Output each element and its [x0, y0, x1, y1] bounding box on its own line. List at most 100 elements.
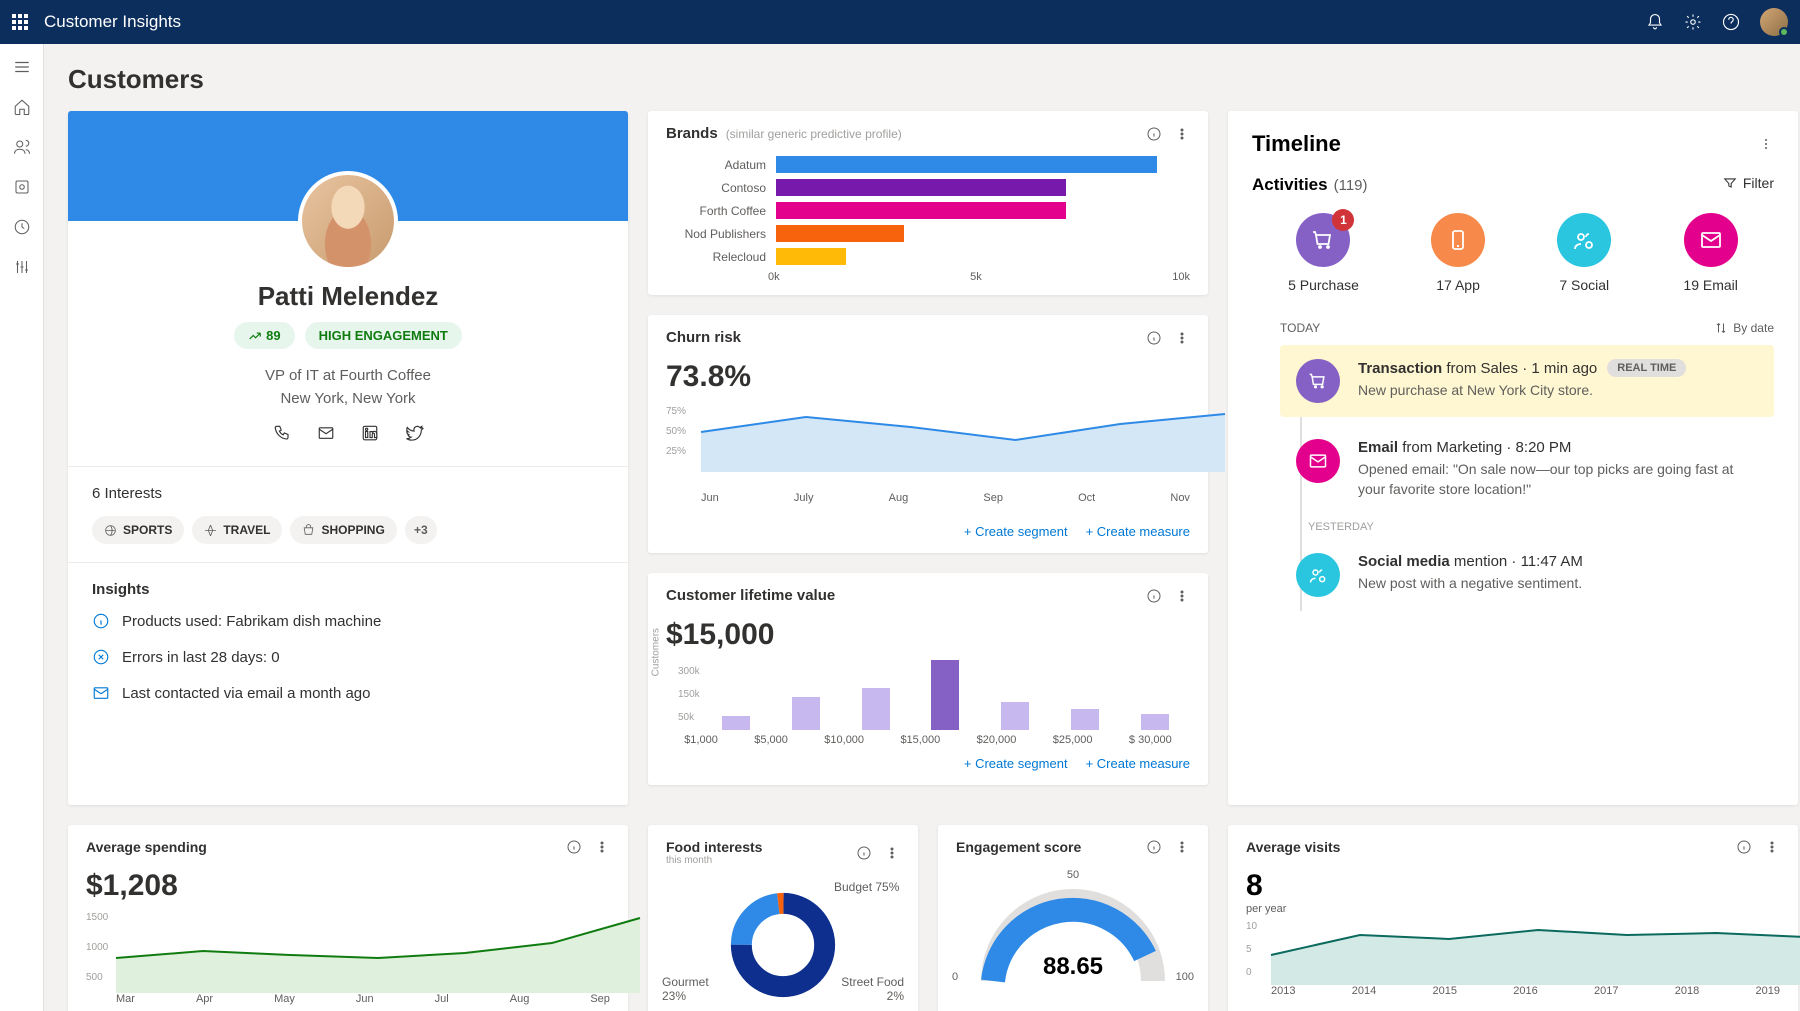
bell-icon[interactable]: [1646, 13, 1664, 31]
timeline-item[interactable]: Social media mention · 11:47 AMNew post …: [1280, 539, 1774, 611]
timeline-title: Timeline: [1252, 131, 1341, 157]
hamburger-icon[interactable]: [13, 58, 31, 76]
clv-bar: [1001, 702, 1029, 730]
insights-heading: Insights: [92, 581, 604, 598]
clv-value: $15,000: [648, 618, 1208, 660]
avg-spending-chart: [116, 903, 640, 993]
activity-category[interactable]: 19 Email: [1683, 213, 1737, 293]
brand-label: Contoso: [666, 181, 776, 195]
clv-bar: [931, 660, 959, 730]
brand-bar: [776, 156, 1157, 173]
more-icon[interactable]: [1174, 126, 1190, 142]
more-icon[interactable]: [884, 845, 900, 861]
home-icon[interactable]: [13, 98, 31, 116]
mail-icon[interactable]: [317, 424, 335, 442]
left-nav: [0, 44, 44, 1011]
avg-visits-value: 8: [1228, 869, 1798, 903]
twitter-icon[interactable]: [405, 424, 423, 442]
brands-title: Brands: [666, 125, 718, 142]
data-icon[interactable]: [13, 258, 31, 276]
page-title: Customers: [68, 64, 1776, 95]
brand-bar: [776, 179, 1066, 196]
engagement-score-badge: 89: [234, 322, 294, 349]
insight-item: Products used: Fabrikam dish machine: [92, 612, 604, 630]
brand-label: Nod Publishers: [666, 227, 776, 241]
insight-item: Last contacted via email a month ago: [92, 684, 604, 702]
more-icon[interactable]: [1758, 136, 1774, 152]
more-icon[interactable]: [1174, 330, 1190, 346]
timeline-item[interactable]: Transaction from Sales · 1 min agoREAL T…: [1280, 345, 1774, 417]
profile-avatar: [298, 171, 398, 271]
avg-visits-card: Average visits 8 per year 1050 201320142…: [1228, 825, 1798, 1011]
churn-title: Churn risk: [666, 329, 741, 346]
clv-title: Customer lifetime value: [666, 587, 835, 604]
timeline-today: TODAY: [1280, 321, 1320, 335]
timeline-sort[interactable]: By date: [1715, 321, 1774, 335]
user-avatar[interactable]: [1760, 8, 1788, 36]
activities-label: Activities: [1252, 175, 1328, 194]
activities-count: (119): [1334, 177, 1368, 194]
info-icon[interactable]: [566, 839, 582, 855]
timeline-card: Timeline Activities (119) Filter 15 Purch…: [1228, 111, 1798, 805]
info-icon[interactable]: [1146, 588, 1162, 604]
info-icon[interactable]: [1146, 126, 1162, 142]
activity-category[interactable]: 15 Purchase: [1288, 213, 1359, 293]
more-icon[interactable]: [1764, 839, 1780, 855]
profile-location: New York, New York: [92, 388, 604, 411]
interest-chip[interactable]: TRAVEL: [192, 516, 282, 544]
customers-icon[interactable]: [13, 138, 31, 156]
create-segment-link[interactable]: + Create segment: [964, 524, 1068, 539]
brands-axis: 0k5k10k: [648, 271, 1208, 295]
info-icon[interactable]: [1736, 839, 1752, 855]
avg-spending-card: Average spending $1,208 15001000500 MarA…: [68, 825, 628, 1011]
linkedin-icon[interactable]: [361, 424, 379, 442]
clv-bar: [1141, 714, 1169, 730]
gear-icon[interactable]: [1684, 13, 1702, 31]
brands-card: Brands (similar generic predictive profi…: [648, 111, 1208, 295]
clv-bar: [862, 688, 890, 730]
more-icon[interactable]: [1174, 839, 1190, 855]
create-segment-link[interactable]: + Create segment: [964, 756, 1068, 771]
brand-bar: [776, 202, 1066, 219]
profile-role: VP of IT at Fourth Coffee: [92, 365, 604, 388]
clv-chart: [683, 660, 1208, 730]
brands-subtitle: (similar generic predictive profile): [726, 127, 902, 141]
clv-bar: [792, 697, 820, 730]
more-icon[interactable]: [594, 839, 610, 855]
create-measure-link[interactable]: + Create measure: [1086, 524, 1190, 539]
interests-heading: 6 Interests: [92, 485, 604, 502]
interest-chip[interactable]: SHOPPING: [290, 516, 396, 544]
phone-icon[interactable]: [273, 424, 291, 442]
brand-label: Forth Coffee: [666, 204, 776, 218]
topbar: Customer Insights: [0, 0, 1800, 44]
segments-icon[interactable]: [13, 178, 31, 196]
create-measure-link[interactable]: + Create measure: [1086, 756, 1190, 771]
clv-card: Customer lifetime value $15,000 Customer…: [648, 573, 1208, 785]
interest-chip[interactable]: SPORTS: [92, 516, 184, 544]
churn-card: Churn risk 73.8% 75%50%25%: [648, 315, 1208, 553]
brand-bar: [776, 248, 846, 265]
insight-item: Errors in last 28 days: 0: [92, 648, 604, 666]
info-icon[interactable]: [1146, 330, 1162, 346]
engagement-gauge: 88.65 0 100: [938, 881, 1208, 991]
clv-bar: [722, 716, 750, 730]
timeline-day-label: YESTERDAY: [1280, 521, 1774, 533]
avg-visits-chart: [1271, 915, 1800, 985]
avg-spending-value: $1,208: [68, 869, 628, 903]
profile-name: Patti Melendez: [92, 281, 604, 312]
interests-more[interactable]: +3: [405, 516, 437, 544]
engagement-score-card: Engagement score 50 88.65 0 100: [938, 825, 1208, 1011]
clv-bar: [1071, 709, 1099, 730]
filter-button[interactable]: Filter: [1723, 175, 1774, 191]
churn-value: 73.8%: [648, 360, 1208, 402]
more-icon[interactable]: [1174, 588, 1190, 604]
timeline-item[interactable]: Email from Marketing · 8:20 PMOpened ema…: [1280, 425, 1774, 513]
help-icon[interactable]: [1722, 13, 1740, 31]
activity-category[interactable]: 17 App: [1431, 213, 1485, 293]
measures-icon[interactable]: [13, 218, 31, 236]
info-icon[interactable]: [1146, 839, 1162, 855]
presence-indicator: [1779, 27, 1789, 37]
activity-category[interactable]: 7 Social: [1557, 213, 1611, 293]
info-icon[interactable]: [856, 845, 872, 861]
app-launcher-icon[interactable]: [12, 14, 28, 30]
